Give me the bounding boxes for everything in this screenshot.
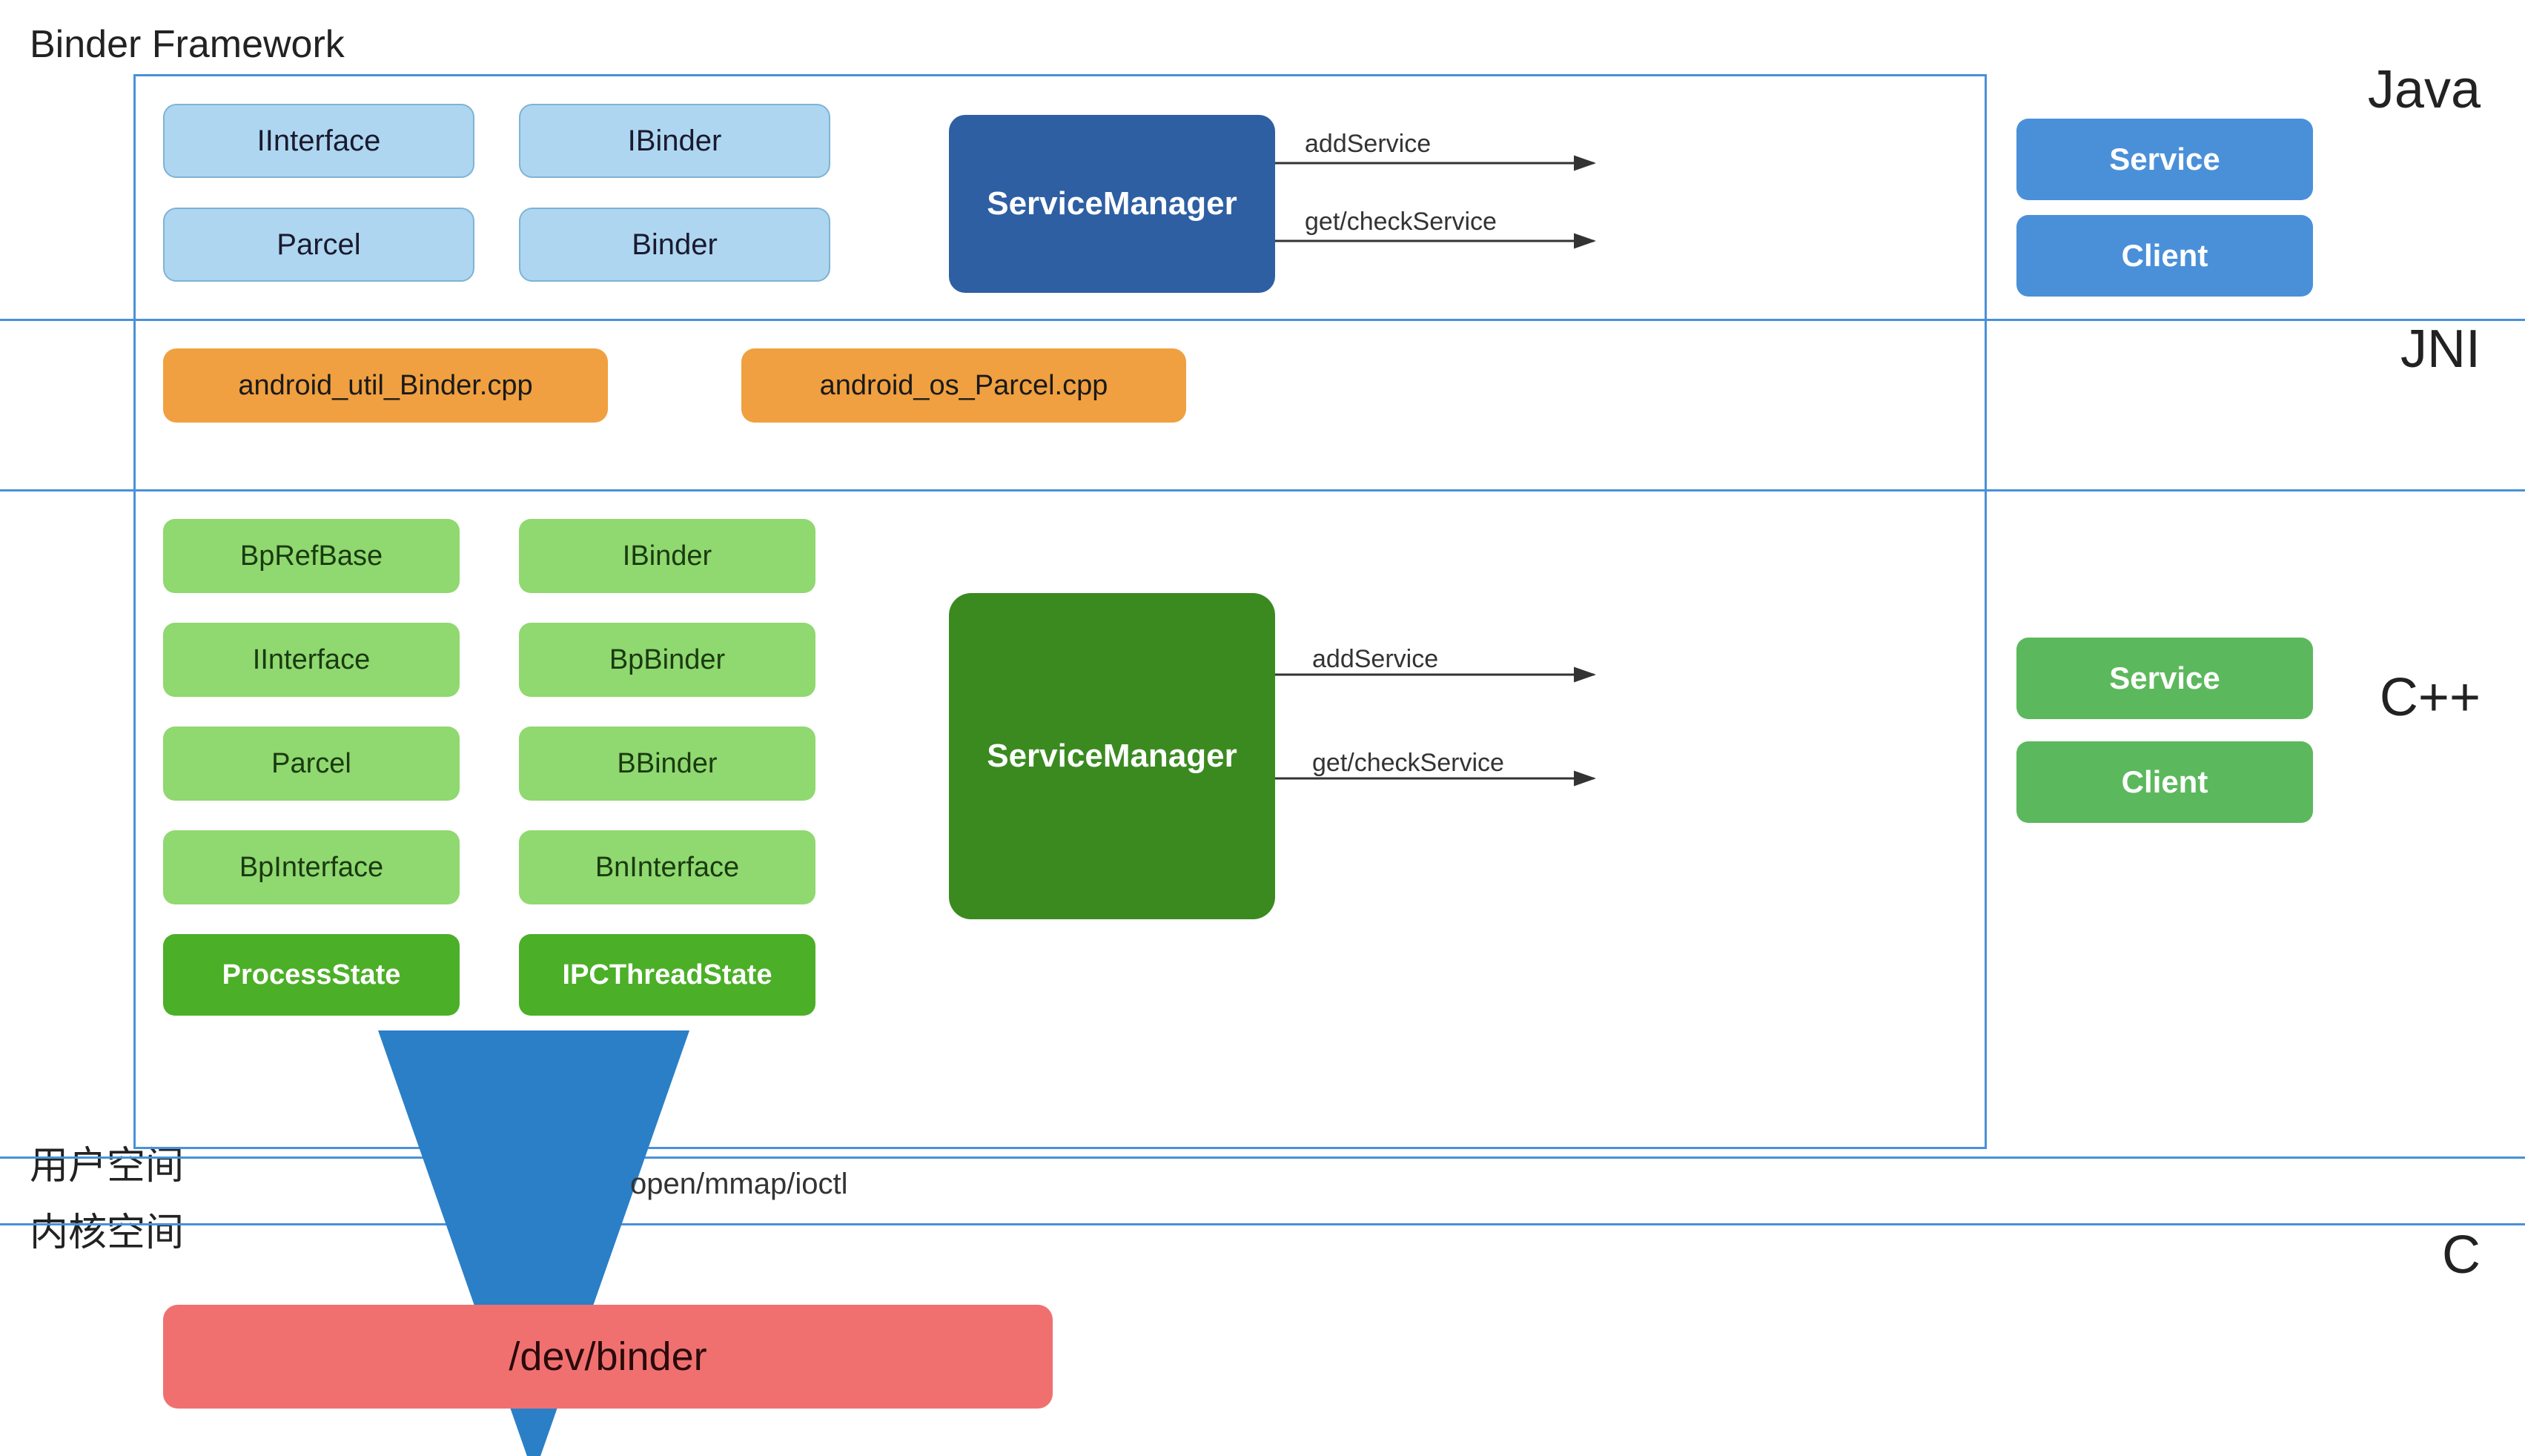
divider-userspace-kernel <box>0 1223 2525 1225</box>
cpp-bpbinder-label: BpBinder <box>609 644 725 676</box>
cpp-bpinterface-box: BpInterface <box>163 830 460 904</box>
dev-binder-label: /dev/binder <box>509 1334 706 1380</box>
java-parcel-box: Parcel <box>163 208 474 282</box>
cpp-ibinder-box: IBinder <box>519 519 815 593</box>
cpp-ibinder-label: IBinder <box>623 540 712 572</box>
cpp-service-box: Service <box>2016 638 2313 719</box>
java-get-check-service-arrow <box>1275 222 1720 267</box>
cpp-bbinder-box: BBinder <box>519 727 815 801</box>
page-title: Binder Framework <box>30 22 345 67</box>
cpp-bprefbase-label: BpRefBase <box>240 540 383 572</box>
dev-binder-box: /dev/binder <box>163 1305 1053 1409</box>
cpp-parcel-box: Parcel <box>163 727 460 801</box>
java-client-label: Client <box>2122 238 2208 274</box>
jni-os-parcel-label: android_os_Parcel.cpp <box>820 370 1108 402</box>
cpp-bprefbase-box: BpRefBase <box>163 519 460 593</box>
c-label: C <box>2442 1225 2481 1285</box>
cpp-parcel-label: Parcel <box>271 748 351 780</box>
cpp-label: C++ <box>2380 667 2481 728</box>
down-arrow-open-mmap <box>460 1156 608 1290</box>
java-client-box: Client <box>2016 215 2313 297</box>
java-ibinder-label: IBinder <box>628 125 722 158</box>
cpp-service-manager-box: ServiceManager <box>949 593 1275 919</box>
cpp-ipcthreadstate-label: IPCThreadState <box>563 959 772 991</box>
cpp-processstate-label: ProcessState <box>222 959 401 991</box>
java-iinterface-label: IInterface <box>257 125 381 158</box>
java-parcel-label: Parcel <box>277 228 360 262</box>
cpp-processstate-box: ProcessState <box>163 934 460 1016</box>
java-binder-label: Binder <box>632 228 718 262</box>
cpp-bninterface-box: BnInterface <box>519 830 815 904</box>
cpp-get-check-service-arrow <box>1275 760 1720 804</box>
java-service-manager-box: ServiceManager <box>949 115 1275 293</box>
java-binder-box: Binder <box>519 208 830 282</box>
jni-util-binder-label: android_util_Binder.cpp <box>238 370 532 402</box>
java-label: Java <box>2368 59 2481 120</box>
divider-cpp-kernel <box>0 1156 2525 1159</box>
kernelspace-label: 内核空间 <box>30 1201 184 1257</box>
jni-os-parcel-box: android_os_Parcel.cpp <box>741 348 1186 423</box>
jni-label: JNI <box>2400 319 2481 380</box>
java-iinterface-box: IInterface <box>163 104 474 178</box>
cpp-client-label: Client <box>2122 764 2208 800</box>
cpp-iinterface-label: IInterface <box>253 644 370 676</box>
cpp-bninterface-label: BnInterface <box>595 852 739 884</box>
cpp-add-service-arrow <box>1275 656 1720 701</box>
java-service-box: Service <box>2016 119 2313 200</box>
java-ibinder-box: IBinder <box>519 104 830 178</box>
cpp-bpinterface-label: BpInterface <box>239 852 383 884</box>
open-mmap-ioctl-label: open/mmap/ioctl <box>630 1168 847 1201</box>
cpp-client-box: Client <box>2016 741 2313 823</box>
cpp-bbinder-label: BBinder <box>617 748 717 780</box>
cpp-bpbinder-box: BpBinder <box>519 623 815 697</box>
java-service-label: Service <box>2109 142 2220 177</box>
cpp-iinterface-box: IInterface <box>163 623 460 697</box>
java-add-service-arrow <box>1275 145 1720 189</box>
cpp-ipcthreadstate-box: IPCThreadState <box>519 934 815 1016</box>
cpp-service-label: Service <box>2109 661 2220 696</box>
java-service-manager-label: ServiceManager <box>987 185 1237 222</box>
jni-util-binder-box: android_util_Binder.cpp <box>163 348 608 423</box>
cpp-service-manager-label: ServiceManager <box>987 738 1237 775</box>
